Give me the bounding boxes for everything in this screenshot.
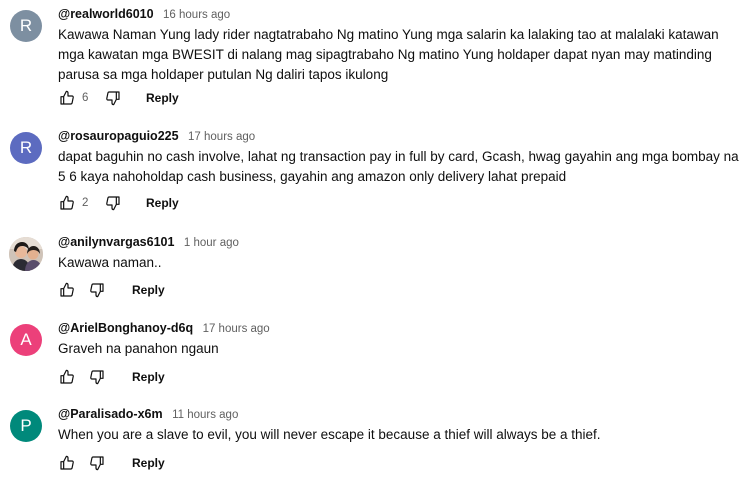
comment-text: dapat baguhin no cash involve, lahat ng … bbox=[58, 149, 739, 184]
comment-header: @rosauropaguio225 17 hours ago bbox=[58, 128, 742, 144]
avatar[interactable]: P bbox=[10, 410, 42, 442]
timestamp[interactable]: 17 hours ago bbox=[203, 323, 270, 335]
avatar-letter: R bbox=[19, 16, 33, 35]
dislike-icon[interactable] bbox=[104, 89, 122, 107]
author-handle[interactable]: @anilynvargas6101 bbox=[58, 235, 174, 249]
reply-button[interactable]: Reply bbox=[132, 283, 165, 297]
like-icon[interactable] bbox=[58, 281, 76, 299]
comment-text: Kawawa Naman Yung lady rider nagtatrabah… bbox=[58, 27, 719, 82]
like-icon[interactable] bbox=[58, 89, 76, 107]
dislike-icon[interactable] bbox=[88, 454, 106, 472]
comment-actions: Reply bbox=[58, 452, 165, 474]
comment-actions: Reply bbox=[58, 366, 165, 388]
profile-photo-icon bbox=[9, 237, 43, 271]
timestamp[interactable]: 11 hours ago bbox=[172, 409, 238, 421]
comment-text: When you are a slave to evil, you will n… bbox=[58, 427, 601, 442]
reply-button[interactable]: Reply bbox=[146, 91, 179, 105]
comment-actions: Reply bbox=[58, 279, 165, 301]
avatar-letter: P bbox=[20, 416, 32, 435]
author-handle[interactable]: @Paralisado-x6m bbox=[58, 407, 163, 421]
avatar[interactable]: A bbox=[10, 324, 42, 356]
comment-actions: 6 Reply bbox=[58, 87, 179, 109]
comment-text: Kawawa naman.. bbox=[58, 255, 162, 270]
comment-content: @Paralisado-x6m 11 hours ago When you ar… bbox=[58, 406, 742, 445]
dislike-icon[interactable] bbox=[88, 281, 106, 299]
like-icon[interactable] bbox=[58, 368, 76, 386]
comment-header: @anilynvargas6101 1 hour ago bbox=[58, 234, 742, 250]
comment-content: @ArielBonghanoy-d6q 17 hours ago Graveh … bbox=[58, 320, 742, 359]
comment-actions: 2 Reply bbox=[58, 192, 179, 214]
comment-content: @rosauropaguio225 17 hours ago dapat bag… bbox=[58, 128, 742, 187]
reply-button[interactable]: Reply bbox=[132, 370, 165, 384]
avatar-letter: A bbox=[20, 330, 32, 349]
like-count: 6 bbox=[82, 92, 89, 104]
dislike-icon[interactable] bbox=[88, 368, 106, 386]
avatar[interactable]: R bbox=[10, 10, 42, 42]
like-count: 2 bbox=[82, 197, 89, 209]
comment-header: @realworld6010 16 hours ago bbox=[58, 6, 742, 22]
reply-button[interactable]: Reply bbox=[132, 456, 165, 470]
timestamp[interactable]: 16 hours ago bbox=[163, 9, 230, 21]
like-icon[interactable] bbox=[58, 194, 76, 212]
comment-content: @anilynvargas6101 1 hour ago Kawawa nama… bbox=[58, 234, 742, 273]
timestamp[interactable]: 1 hour ago bbox=[184, 237, 239, 249]
author-handle[interactable]: @ArielBonghanoy-d6q bbox=[58, 321, 193, 335]
avatar[interactable]: R bbox=[10, 132, 42, 164]
comment-content: @realworld6010 16 hours ago Kawawa Naman… bbox=[58, 6, 742, 85]
avatar-letter: R bbox=[19, 138, 33, 157]
comment-text: Graveh na panahon ngaun bbox=[58, 341, 219, 356]
timestamp[interactable]: 17 hours ago bbox=[188, 131, 255, 143]
comment-header: @ArielBonghanoy-d6q 17 hours ago bbox=[58, 320, 742, 336]
like-icon[interactable] bbox=[58, 454, 76, 472]
avatar[interactable] bbox=[9, 237, 43, 271]
author-handle[interactable]: @realworld6010 bbox=[58, 7, 154, 21]
reply-button[interactable]: Reply bbox=[146, 196, 179, 210]
dislike-icon[interactable] bbox=[104, 194, 122, 212]
author-handle[interactable]: @rosauropaguio225 bbox=[58, 129, 179, 143]
comment-header: @Paralisado-x6m 11 hours ago bbox=[58, 406, 742, 422]
